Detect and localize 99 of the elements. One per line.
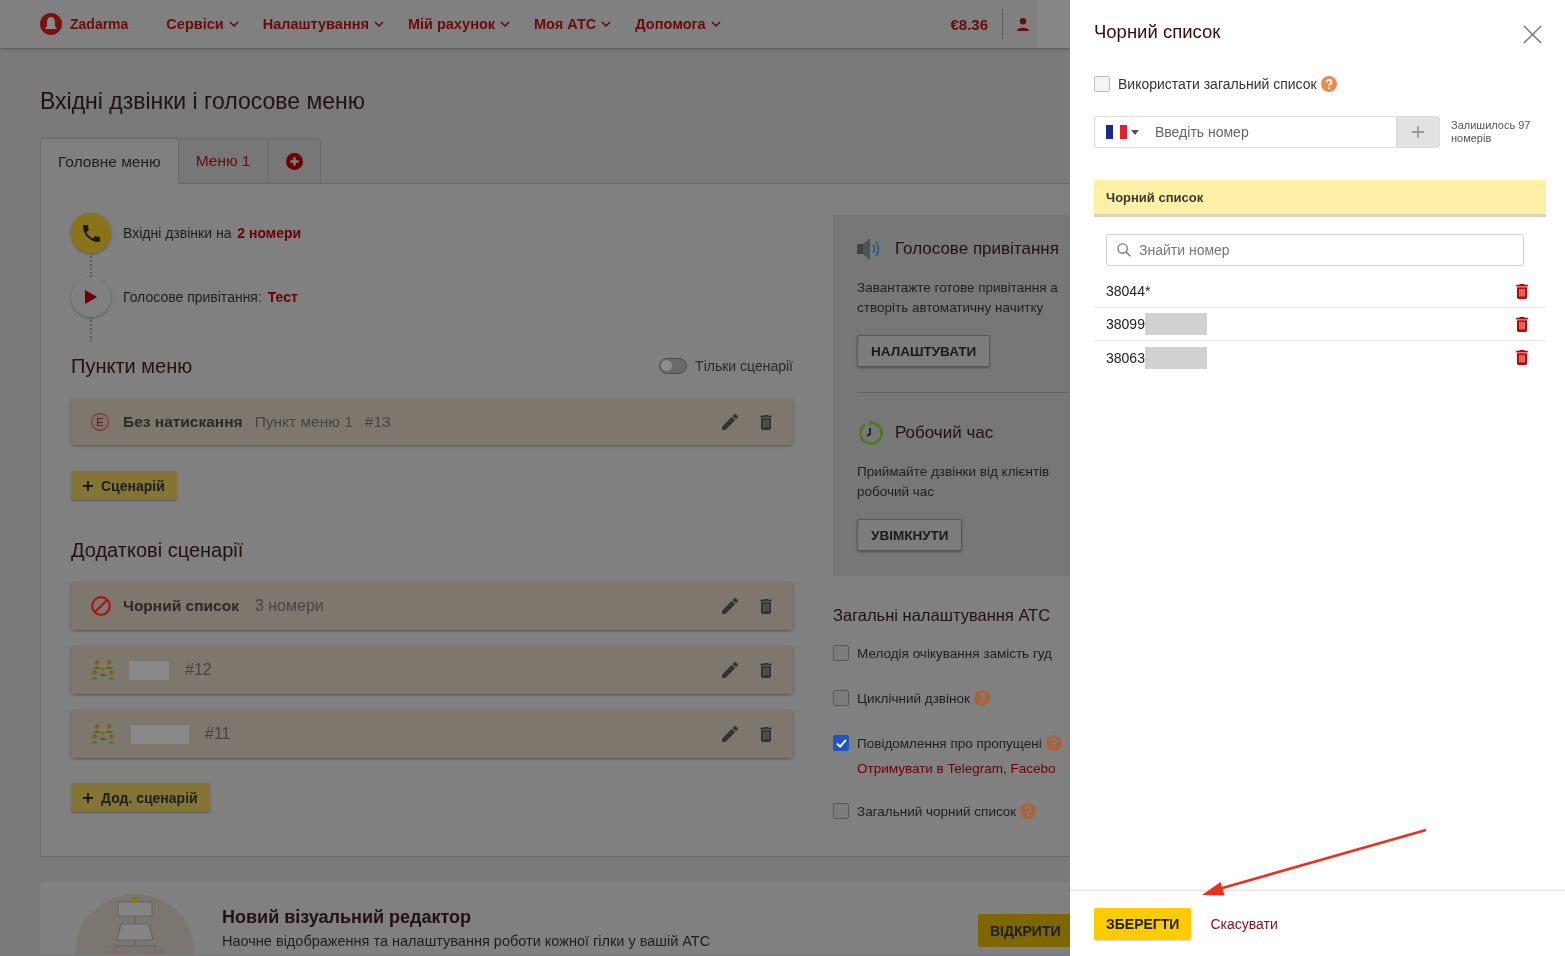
drawer-title: Чорний список [1094,20,1221,44]
settings-heading: Загальні налаштування АТС [833,605,1051,625]
trash-icon[interactable] [1516,350,1528,365]
nav-menu-item[interactable]: Мій рахунок [407,16,511,32]
chevron-icon [500,21,511,27]
pencil-icon[interactable] [722,726,738,742]
open-editor-button[interactable]: ВІДКРИТИ [978,914,1070,947]
pencil-icon[interactable] [722,662,738,678]
flow-link[interactable]: 2 номери [237,225,302,241]
pencil-icon[interactable] [722,598,738,614]
phone-number-text: 38044* [1106,283,1151,299]
item-number: #13 [364,413,391,431]
user-icon[interactable] [1017,17,1029,31]
trash-icon[interactable] [760,662,772,678]
trash-icon[interactable] [1516,283,1528,299]
add-number-button[interactable] [1396,116,1440,148]
scenario-subtitle: 3 номери [254,597,324,615]
list-header: Чорний список [1094,180,1546,217]
plus-icon [1412,126,1424,138]
promo-description: Наочне відображення та налаштування роботи кожної гілки у вашій АТС [222,932,711,950]
chevron-icon [710,21,721,27]
phone-number-field[interactable]: Введіть номер [1151,116,1396,148]
toggle-switch[interactable] [659,358,688,374]
checkbox-label: Циклічний дзвінок [857,690,970,706]
feature-description: Приймайте дзвінки від клієнтів робочий час [857,463,1050,501]
forbidden-icon [91,596,111,616]
chevron-icon [373,21,384,27]
flow-step-text: Вхідні дзвінки на 2 номери [123,225,302,241]
promo-title: Новий візуальний редактор [222,906,472,928]
help-icon[interactable] [1320,76,1337,92]
checkbox[interactable] [1094,76,1110,92]
section-heading: Пункти меню [71,354,193,378]
phone-icon [71,213,111,253]
messenger-link[interactable]: Отримувати в Telegram, Facebo [857,761,1062,776]
chevron-icon [228,21,239,27]
toggle-label: Тільки сценарії [695,358,793,374]
scenario-title: Чорний список [123,597,239,615]
clock-icon [857,420,883,446]
trash-icon[interactable] [1516,316,1528,332]
logo-icon[interactable] [40,13,62,35]
people-group-icon [91,660,115,680]
remaining-numbers-text: Залишилось 97 номерів [1451,119,1532,145]
checkbox-label: Загальний чорний список [857,803,1017,819]
balance-text[interactable]: €8.36 [950,15,988,33]
caret-icon [1131,129,1139,135]
scenario-card[interactable]: #12 [71,646,793,694]
menu-item-card[interactable]: E Без натискання Пункт меню 1 #13 [71,399,793,445]
scenario-card[interactable]: #11 [71,710,793,758]
plus-icon [83,480,93,491]
flow-link[interactable]: Тест [267,289,298,305]
logo-text[interactable]: Zadarma [70,16,129,32]
add-scenario-button[interactable]: Дод. сценарій [71,783,210,812]
checkbox[interactable] [833,735,849,751]
nav-menu-item[interactable]: Налаштування [262,16,384,32]
scenario-number: #12 [185,661,212,679]
checkbox-label: Мелодія очікування замість гуд [857,645,1052,661]
scenario-card[interactable]: Чорний список 3 номери [71,582,793,630]
feature-title: Робочий час [895,423,994,443]
people-group-icon [91,724,115,744]
trash-icon[interactable] [760,598,772,614]
nav-menu-item[interactable]: Допомога [635,16,721,32]
scenario-number: #11 [205,725,231,743]
country-select[interactable] [1094,116,1151,148]
feature-button[interactable]: НАЛАШТУВАТИ [857,335,991,367]
plus-circle-icon [285,152,303,170]
tab[interactable]: Головне меню [40,138,179,184]
checkbox[interactable] [833,645,849,661]
pencil-icon[interactable] [722,414,738,430]
feature-title: Голосове привітання [895,239,1059,259]
search-icon [1117,243,1131,257]
trash-icon[interactable] [760,726,772,742]
close-icon[interactable] [1523,24,1542,44]
cancel-link[interactable]: Скасувати [1210,916,1278,932]
chevron-icon [601,21,612,27]
item-subtitle: Пункт меню 1 [254,413,353,431]
save-button[interactable]: ЗБЕРЕГТИ [1094,908,1192,940]
play-icon[interactable] [71,277,111,317]
letter-badge: E [91,413,109,431]
checkbox-label: Повідомлення про пропущені [857,735,1042,751]
feature-button[interactable]: УВІМКНУТИ [857,519,963,551]
add-scenario-button[interactable]: Сценарій [71,471,177,500]
plus-icon [83,792,93,803]
timeline-connector [90,317,92,341]
page-title: Вхідні дзвінки і голосове меню [40,87,366,115]
nav-menu-item[interactable]: Сервіси [166,16,239,32]
phone-number-text: 38099 [1106,316,1145,332]
checkbox[interactable] [833,690,849,706]
trash-icon[interactable] [760,414,772,430]
add-tab-button[interactable] [267,138,321,184]
flow-step-text: Голосове привітання: Тест [123,289,298,305]
nav-menu-item[interactable]: Моя АТС [534,16,612,32]
feature-description: Завантажте готове привітання а створіть автоматичну начитку [857,279,1058,317]
checkbox-label: Використати загальний список [1118,76,1317,92]
item-title: Без натискання [123,413,243,431]
flag-icon [1106,125,1127,139]
phone-number-text: 38063 [1106,349,1145,366]
checkbox[interactable] [833,803,849,819]
search-field[interactable]: Знайти номер [1106,234,1524,266]
section-heading: Додаткові сценарії [71,538,244,562]
